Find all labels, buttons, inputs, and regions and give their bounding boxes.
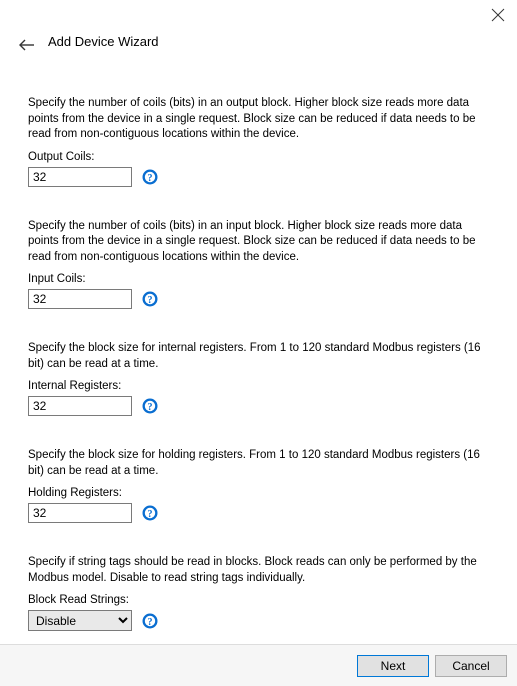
input-coils-label: Input Coils: (28, 273, 490, 285)
holding-registers-label: Holding Registers: (28, 487, 490, 499)
help-icon[interactable]: ? (142, 505, 158, 521)
next-button[interactable]: Next (357, 655, 429, 677)
block-read-strings-desc: Specify if string tags should be read in… (28, 555, 490, 586)
input-coils-input[interactable] (28, 289, 132, 309)
help-icon[interactable]: ? (142, 613, 158, 629)
cancel-button[interactable]: Cancel (435, 655, 507, 677)
footer: Next Cancel (0, 644, 517, 686)
section-input-coils: Specify the number of coils (bits) in an… (28, 219, 490, 310)
output-coils-label: Output Coils: (28, 151, 490, 163)
input-coils-desc: Specify the number of coils (bits) in an… (28, 219, 490, 266)
holding-registers-input[interactable] (28, 503, 132, 523)
svg-text:?: ? (148, 509, 153, 520)
internal-registers-label: Internal Registers: (28, 380, 490, 392)
block-read-strings-label: Block Read Strings: (28, 594, 490, 606)
help-icon[interactable]: ? (142, 291, 158, 307)
svg-text:?: ? (148, 402, 153, 413)
help-icon[interactable]: ? (142, 169, 158, 185)
section-block-read-strings: Specify if string tags should be read in… (28, 555, 490, 631)
output-coils-input[interactable] (28, 167, 132, 187)
output-coils-desc: Specify the number of coils (bits) in an… (28, 96, 490, 143)
svg-text:?: ? (148, 173, 153, 184)
help-icon[interactable]: ? (142, 398, 158, 414)
content-area: Specify the number of coils (bits) in an… (28, 96, 490, 663)
back-icon[interactable] (18, 38, 36, 52)
section-output-coils: Specify the number of coils (bits) in an… (28, 96, 490, 187)
page-title: Add Device Wizard (48, 34, 159, 49)
internal-registers-desc: Specify the block size for internal regi… (28, 341, 490, 372)
internal-registers-input[interactable] (28, 396, 132, 416)
svg-text:?: ? (148, 617, 153, 628)
block-read-strings-select[interactable]: Disable Enable (28, 610, 132, 631)
section-holding-registers: Specify the block size for holding regis… (28, 448, 490, 523)
wizard-window: Add Device Wizard Specify the number of … (0, 0, 517, 686)
holding-registers-desc: Specify the block size for holding regis… (28, 448, 490, 479)
section-internal-registers: Specify the block size for internal regi… (28, 341, 490, 416)
close-icon[interactable] (491, 8, 505, 22)
svg-text:?: ? (148, 295, 153, 306)
